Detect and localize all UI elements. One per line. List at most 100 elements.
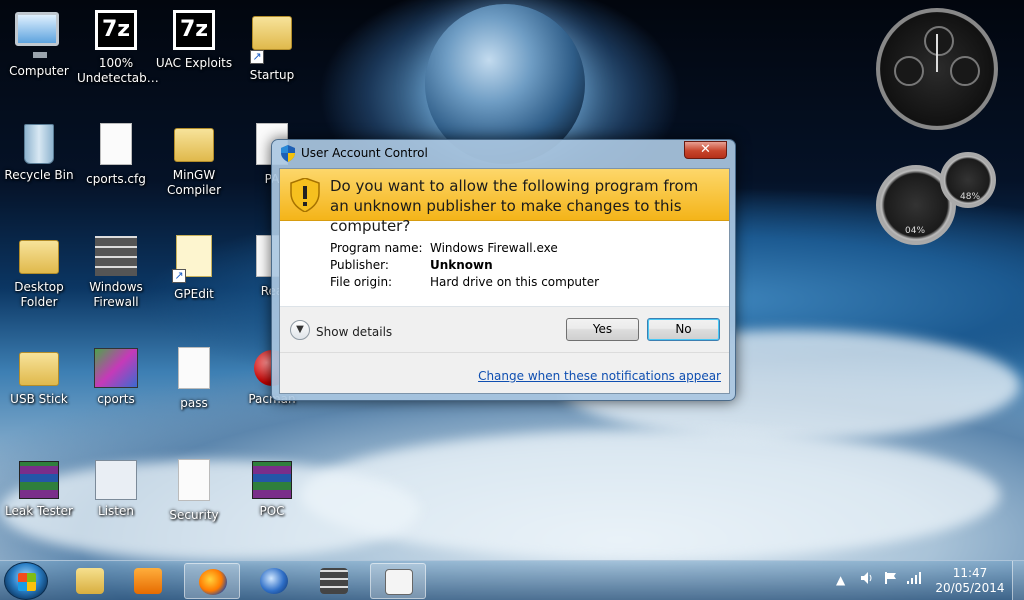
file-icon [178,347,210,389]
desktop-icon-windows-firewall[interactable]: Windows Firewall [77,232,155,310]
divider [280,352,729,353]
no-button[interactable]: No [647,318,720,341]
desktop-icon-label: Leak Tester [5,504,73,518]
dialog-footer: ▼ Show details Yes No Change when these … [280,307,729,393]
desktop-icon-gpedit[interactable]: ↗ GPEdit [155,232,233,302]
start-button[interactable] [4,562,48,600]
media-player-icon [134,568,162,594]
desktop-icon-pass[interactable]: pass [155,344,233,411]
desktop-icon-label: Security [169,508,219,522]
taskbar-firefox[interactable] [184,563,240,599]
listen-icon [95,460,137,500]
desktop-icon-usb-stick[interactable]: USB Stick [0,344,78,407]
network-signal-icon[interactable] [906,571,922,588]
taskbar-firewall[interactable] [306,563,362,599]
clock-hand [936,34,938,72]
desktop-icon-listen[interactable]: Listen [77,456,155,519]
taskbar-thunderbird[interactable] [246,563,302,599]
memory-usage-readout: 48% [960,192,981,202]
desktop-icon-label: POC [259,504,285,518]
uac-shield-icon [281,145,295,162]
clock-subdial [924,26,954,56]
taskbar-clock[interactable]: 11:47 20/05/2014 [930,566,1010,596]
dialog-title: User Account Control [301,146,428,160]
chevron-down-icon[interactable]: ▼ [290,320,310,340]
windows-logo-icon [18,573,36,591]
desktop-icon-startup[interactable]: ↗ Startup [233,8,311,83]
dialog-titlebar[interactable]: User Account Control ✕ [272,140,735,168]
desktop-icon-label: Startup [249,68,295,82]
clock-subdial [894,56,924,86]
desktop-icon-label: Listen [98,504,134,518]
dialog-client: Do you want to allow the following progr… [279,168,730,394]
recycle-bin-icon [24,124,54,164]
memory-meter-gadget[interactable]: 48% [940,152,996,208]
desktop-icon-security[interactable]: Security [155,456,233,523]
clock-date: 20/05/2014 [935,581,1005,595]
desktop-icon-label: Desktop Folder [14,280,64,309]
file-origin-label: File origin: [330,275,393,289]
desktop-icon-label: UAC Exploits [155,56,233,70]
notepad-icon: ↗ [170,235,218,283]
desktop-icon-label: USB Stick [10,392,68,406]
action-center-flag-icon[interactable] [884,571,898,588]
program-name-value: Windows Firewall.exe [430,241,558,255]
shortcut-arrow-icon: ↗ [172,269,186,283]
desktop-icon-desktop-folder[interactable]: Desktop Folder [0,232,78,310]
uac-question: Do you want to allow the following progr… [330,177,699,235]
file-icon [100,123,132,165]
computer-icon [15,12,63,60]
folder-icon [76,568,104,594]
close-button[interactable]: ✕ [684,141,727,159]
desktop-icon-uac-exploits[interactable]: 7z UAC Exploits [155,8,233,71]
desktop-icon-leak-tester[interactable]: Leak Tester [0,456,78,519]
folder-icon [19,240,59,274]
tray-overflow-button[interactable]: ▲ [836,573,845,587]
desktop-icon-label: cports.cfg [86,172,146,186]
clock-gadget[interactable] [876,8,998,130]
desktop-icon-label: GPEdit [174,287,214,301]
desktop-icon-computer[interactable]: Computer [0,8,78,79]
show-desktop-button[interactable] [1012,561,1024,600]
desktop-icon-poc[interactable]: POC [233,456,311,519]
clock-time: 11:47 [952,566,988,580]
desktop-icon-recycle-bin[interactable]: Recycle Bin [0,120,78,183]
desktop-icon-label: cports [97,392,135,406]
desktop-icon-label: pass [180,396,208,410]
thunderbird-icon [260,568,288,594]
show-details-label[interactable]: Show details [316,325,392,339]
cports-icon [94,348,138,388]
taskbar-media-player[interactable] [120,563,176,599]
change-notifications-link[interactable]: Change when these notifications appear [478,369,721,383]
shortcut-arrow-icon: ↗ [250,50,264,64]
desktop-icon-undetectable[interactable]: 7z 100% Undetectab… [77,8,159,86]
desktop-icon-mingw[interactable]: MinGW Compiler [155,120,233,198]
taskbar-uac[interactable] [370,563,426,599]
7zip-icon: 7z [173,10,215,50]
program-name-label: Program name: [330,241,423,255]
yes-button[interactable]: Yes [566,318,639,341]
folder-icon [19,352,59,386]
firewall-icon [95,236,137,276]
uac-dialog: User Account Control ✕ Do you want to al… [271,139,736,401]
volume-icon[interactable] [860,571,874,588]
warning-shield-icon [290,178,320,212]
desktop-icon-cports-cfg[interactable]: cports.cfg [77,120,155,187]
folder-icon: ↗ [248,16,296,64]
taskbar: ▲ 11:47 20/05/2014 [0,560,1024,600]
7zip-icon: 7z [95,10,137,50]
publisher-label: Publisher: [330,258,389,272]
desktop-icon-label: 100% Undetectab… [77,56,159,85]
file-icon [178,459,210,501]
desktop-icon-label: Windows Firewall [89,280,143,309]
desktop-icon-label: Computer [9,64,69,78]
taskbar-explorer[interactable] [62,563,118,599]
folder-icon [174,128,214,162]
cpu-usage-readout: 04% [905,226,926,236]
firewall-icon [320,568,348,594]
warning-banner: Do you want to allow the following progr… [280,169,729,235]
file-origin-value: Hard drive on this computer [430,275,600,289]
firefox-icon [199,569,227,595]
desktop-icon-cports[interactable]: cports [77,344,155,407]
clock-subdial [950,56,980,86]
